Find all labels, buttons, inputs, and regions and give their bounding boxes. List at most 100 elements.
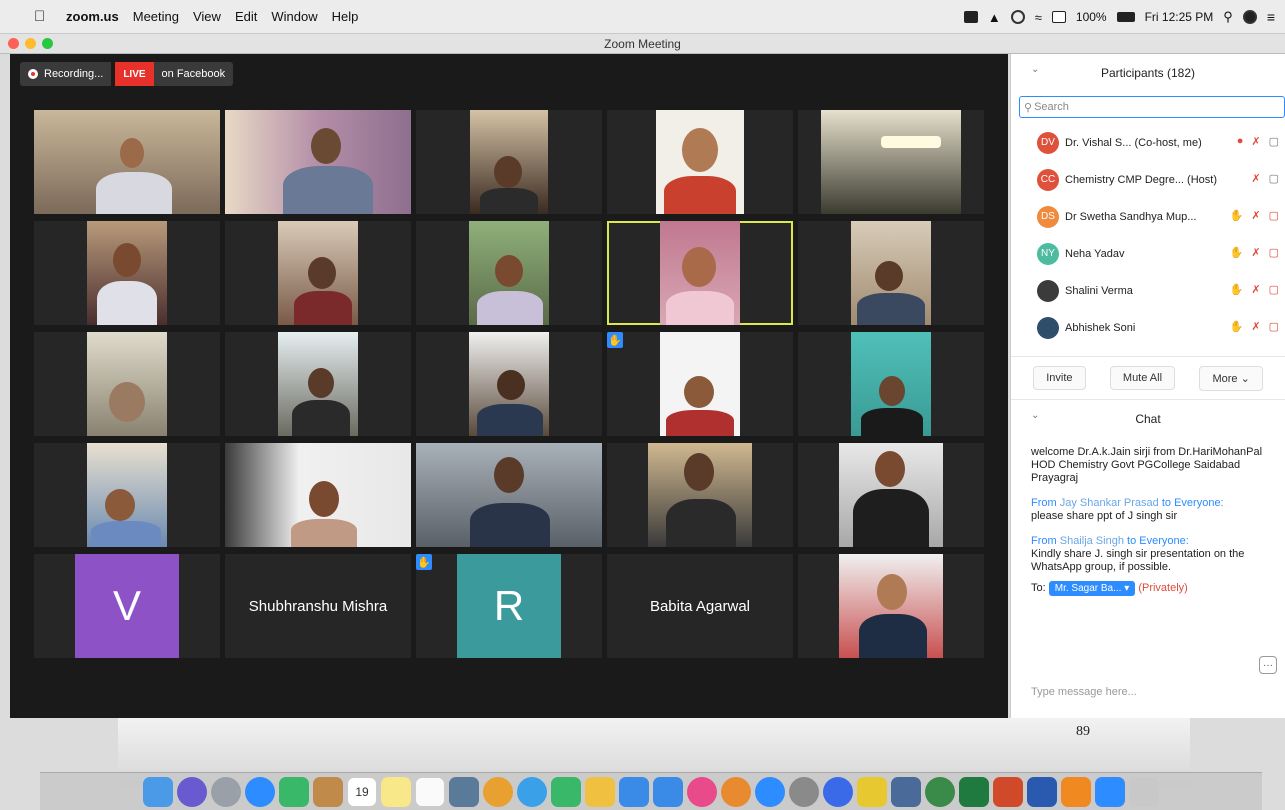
trash-icon[interactable] [1129, 776, 1159, 807]
siri-icon[interactable] [1242, 10, 1257, 24]
mute-all-button[interactable]: Mute All [1109, 366, 1176, 390]
participant-video-tile[interactable] [798, 554, 984, 658]
participant-video-tile[interactable]: ✋ [607, 332, 793, 436]
finder-icon[interactable] [143, 776, 173, 807]
contacts-icon[interactable] [313, 776, 343, 807]
mic-muted-icon[interactable]: ✗ [1251, 283, 1260, 296]
screen-share-icon[interactable] [963, 11, 978, 23]
collapse-chevron-icon[interactable]: ⌄ [1031, 64, 1039, 75]
spotlight-search-icon[interactable]: ⚲ [1223, 9, 1233, 25]
participant-row[interactable]: Abhishek Soni ✋ ✗ ▢ [1011, 309, 1285, 346]
maps-icon[interactable] [449, 776, 479, 807]
participant-video-tile[interactable] [416, 443, 602, 547]
notes-icon[interactable] [381, 776, 411, 807]
camera-icon[interactable]: ▢ [1269, 172, 1279, 185]
clock[interactable]: Fri 12:25 PM [1145, 10, 1214, 24]
active-speaker-tile[interactable] [607, 221, 793, 325]
mic-muted-icon[interactable]: ✗ [1251, 209, 1260, 222]
menu-help[interactable]: Help [332, 9, 359, 24]
participant-tile-no-video[interactable]: V [34, 554, 220, 658]
file-manager-icon[interactable] [857, 776, 887, 807]
keynote-icon[interactable] [653, 776, 683, 807]
participant-video-tile[interactable] [416, 110, 602, 214]
participant-video-tile[interactable] [34, 221, 220, 325]
chat-message-input[interactable]: Type message here... [1031, 686, 1137, 698]
reminders-icon[interactable] [415, 776, 445, 807]
participant-tile-no-video[interactable]: ✋ R [416, 554, 602, 658]
music-icon[interactable] [687, 776, 717, 807]
participant-tile-no-video[interactable]: Shubhranshu Mishra [225, 554, 411, 658]
apple-icon[interactable]:  [34, 8, 54, 25]
participant-video-tile[interactable] [798, 221, 984, 325]
excel-icon[interactable] [959, 776, 989, 807]
menu-edit[interactable]: Edit [235, 9, 257, 24]
participant-video-tile[interactable] [225, 110, 411, 214]
menu-app[interactable]: zoom.us [66, 9, 119, 24]
recording-indicator[interactable]: Recording... [20, 62, 112, 86]
camera-icon[interactable]: ▢ [1269, 135, 1279, 148]
participant-search-input[interactable]: ⚲ Search [1019, 96, 1285, 118]
numbers-icon[interactable] [619, 776, 649, 807]
airplay-icon[interactable] [1051, 11, 1066, 23]
calendar-icon[interactable]: 19 [347, 776, 377, 807]
invite-button[interactable]: Invite [1033, 366, 1086, 390]
camera-off-icon[interactable]: ▢ [1269, 320, 1279, 333]
live-stream-target[interactable]: on Facebook [153, 62, 234, 86]
camera-off-icon[interactable]: ▢ [1269, 209, 1279, 222]
photos-icon[interactable] [483, 776, 513, 807]
more-button[interactable]: More ⌄ [1199, 365, 1263, 391]
recipient-dropdown[interactable]: Mr. Sagar Ba... ▾ [1048, 581, 1136, 596]
participant-video-tile[interactable] [34, 332, 220, 436]
user-icon[interactable]: ▲ [988, 10, 1001, 25]
notification-center-icon[interactable]: ≡ [1267, 9, 1275, 25]
menu-view[interactable]: View [193, 9, 221, 24]
participant-video-tile[interactable] [798, 443, 984, 547]
safari-icon[interactable] [245, 776, 275, 807]
facetime-icon[interactable] [551, 776, 581, 807]
cd-app-icon[interactable] [925, 776, 955, 807]
camera-off-icon[interactable]: ▢ [1269, 283, 1279, 296]
menu-meeting[interactable]: Meeting [133, 9, 179, 24]
participant-video-tile[interactable] [34, 110, 220, 214]
siri-dock-icon[interactable] [177, 776, 207, 807]
mic-muted-icon[interactable]: ✗ [1251, 246, 1260, 259]
collapse-chevron-icon[interactable]: ⌄ [1031, 410, 1039, 421]
participant-row[interactable]: Shalini Verma ✋ ✗ ▢ [1011, 272, 1285, 309]
powerpoint-icon[interactable] [993, 776, 1023, 807]
mic-muted-icon[interactable]: ✗ [1251, 172, 1260, 185]
menu-window[interactable]: Window [271, 9, 317, 24]
participant-video-tile[interactable] [798, 332, 984, 436]
participant-video-tile[interactable] [416, 221, 602, 325]
chat-more-options-button[interactable]: ··· [1259, 656, 1277, 674]
pages-icon[interactable] [585, 776, 615, 807]
mic-muted-icon[interactable]: ✗ [1251, 320, 1260, 333]
photos-app-icon[interactable] [279, 776, 309, 807]
participant-row[interactable]: DS Dr Swetha Sandhya Mup... ✋ ✗ ▢ [1011, 198, 1285, 235]
participant-video-tile[interactable] [416, 332, 602, 436]
battery-icon[interactable] [1116, 12, 1135, 22]
participant-video-tile[interactable] [34, 443, 220, 547]
participant-video-tile[interactable] [798, 110, 984, 214]
participant-row[interactable]: NY Neha Yadav ✋ ✗ ▢ [1011, 235, 1285, 272]
participant-tile-no-video[interactable]: Babita Agarwal [607, 554, 793, 658]
books-icon[interactable] [721, 776, 751, 807]
word-icon[interactable] [1027, 776, 1057, 807]
participant-row[interactable]: CC Chemistry CMP Degre... (Host) ✗ ▢ [1011, 161, 1285, 198]
app-store-icon[interactable] [755, 776, 785, 807]
preview-icon[interactable] [891, 776, 921, 807]
mic-muted-icon[interactable]: ✗ [1251, 135, 1260, 148]
chrome-icon[interactable] [823, 776, 853, 807]
participant-video-tile[interactable] [225, 332, 411, 436]
participant-video-tile[interactable] [225, 443, 411, 547]
messages-icon[interactable] [517, 776, 547, 807]
system-preferences-icon[interactable] [789, 776, 819, 807]
participant-video-tile[interactable] [607, 443, 793, 547]
launchpad-icon[interactable] [211, 776, 241, 807]
zoom-icon[interactable] [1095, 776, 1125, 807]
participant-video-tile[interactable] [225, 221, 411, 325]
vlc-icon[interactable] [1061, 776, 1091, 807]
wifi-icon[interactable]: ≈ [1035, 10, 1042, 25]
participant-row[interactable]: DV Dr. Vishal S... (Co-host, me) ● ✗ ▢ [1011, 124, 1285, 161]
participant-video-tile[interactable] [607, 110, 793, 214]
vpn-icon[interactable] [1010, 10, 1025, 24]
